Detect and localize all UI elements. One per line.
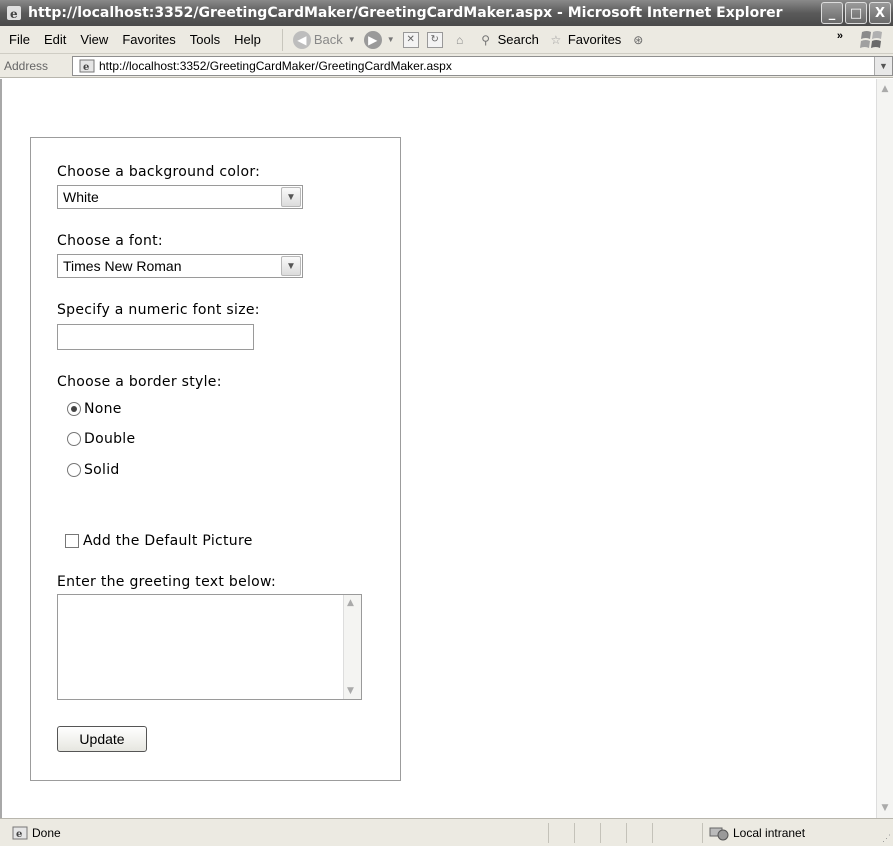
- ie-logo-icon: e: [7, 6, 21, 21]
- font-value: Times New Roman: [63, 258, 182, 274]
- menu-file[interactable]: File: [0, 32, 37, 47]
- status-divider: [574, 823, 575, 843]
- radio-selected-icon: [67, 402, 81, 416]
- svg-text:e: e: [16, 829, 22, 840]
- favorites-label: Favorites: [567, 32, 622, 47]
- resize-grip-icon[interactable]: ⋰: [882, 833, 891, 844]
- search-button[interactable]: ⚲ Search: [473, 31, 543, 49]
- chevron-down-icon: ▼: [281, 187, 301, 207]
- radio-icon: [67, 463, 81, 477]
- greeting-form-panel: Choose a background color: White ▼ Choos…: [30, 137, 401, 781]
- home-icon: ⌂: [456, 32, 464, 47]
- border-option-label: Double: [84, 431, 136, 447]
- border-radio-double[interactable]: Double: [67, 431, 135, 447]
- home-button[interactable]: ⌂: [447, 31, 473, 49]
- svg-text:e: e: [83, 62, 89, 73]
- border-style-label: Choose a border style:: [57, 374, 222, 390]
- forward-button[interactable]: ▶ ▼: [360, 30, 399, 49]
- scroll-down-icon[interactable]: ▼: [877, 800, 893, 816]
- radio-icon: [67, 432, 81, 446]
- menu-edit[interactable]: Edit: [37, 32, 73, 47]
- font-size-label: Specify a numeric font size:: [57, 302, 260, 318]
- favorites-button[interactable]: ☆ Favorites: [543, 31, 625, 49]
- page-done-icon: e: [12, 826, 28, 840]
- status-text: Done: [32, 825, 61, 840]
- back-dropdown-icon: ▼: [347, 35, 356, 44]
- search-icon: ⚲: [481, 32, 491, 47]
- font-label: Choose a font:: [57, 233, 163, 249]
- close-button[interactable]: X: [869, 2, 891, 24]
- back-button[interactable]: ◀ Back ▼: [289, 30, 360, 49]
- history-icon: ⊛: [633, 32, 644, 47]
- menu-tools[interactable]: Tools: [183, 32, 227, 47]
- address-bar: Address e http://localhost:3352/Greeting…: [0, 54, 893, 78]
- checkbox-icon: [65, 534, 79, 548]
- toolbar-overflow-chevron[interactable]: »: [837, 30, 843, 42]
- greeting-text-label: Enter the greeting text below:: [57, 574, 277, 590]
- stop-button[interactable]: ✕: [399, 31, 423, 48]
- intranet-icon: [709, 827, 729, 841]
- font-select[interactable]: Times New Roman ▼: [57, 254, 303, 278]
- scroll-up-icon[interactable]: ▲: [877, 81, 893, 97]
- address-input[interactable]: e http://localhost:3352/GreetingCardMake…: [72, 56, 893, 76]
- font-size-input[interactable]: [57, 324, 254, 350]
- greeting-textarea[interactable]: ▲ ▼: [57, 594, 362, 700]
- menu-bar: File Edit View Favorites Tools Help ◀ Ba…: [0, 26, 893, 54]
- address-dropdown-icon[interactable]: ▼: [874, 57, 892, 75]
- search-label: Search: [497, 32, 539, 47]
- textarea-scrollbar[interactable]: ▲ ▼: [343, 595, 361, 699]
- page-scrollbar[interactable]: ▲ ▼: [876, 79, 893, 818]
- background-color-value: White: [63, 189, 99, 205]
- status-bar: e Done Local intranet ⋰: [0, 818, 893, 846]
- border-radio-none[interactable]: None: [67, 401, 122, 417]
- back-label: Back: [313, 32, 343, 47]
- forward-arrow-icon: ▶: [363, 30, 382, 49]
- security-zone-label: Local intranet: [733, 826, 806, 840]
- background-color-label: Choose a background color:: [57, 164, 261, 180]
- back-arrow-icon: ◀: [292, 30, 311, 49]
- address-label: Address: [4, 58, 49, 73]
- refresh-button[interactable]: ↻: [423, 31, 447, 48]
- default-picture-label: Add the Default Picture: [83, 533, 253, 549]
- scroll-up-icon[interactable]: ▲: [347, 598, 354, 608]
- window-title: http://localhost:3352/GreetingCardMaker/…: [28, 5, 783, 21]
- forward-dropdown-icon: ▼: [386, 35, 395, 44]
- windows-flag-icon: [860, 31, 882, 48]
- status-divider: [600, 823, 601, 843]
- scroll-down-icon[interactable]: ▼: [347, 686, 354, 696]
- status-divider: [652, 823, 653, 843]
- status-divider: [548, 823, 549, 843]
- history-button[interactable]: ⊛: [625, 31, 651, 49]
- star-icon: ☆: [550, 32, 562, 47]
- border-option-label: Solid: [84, 462, 120, 478]
- page-content: Choose a background color: White ▼ Choos…: [0, 79, 893, 818]
- toolbar-divider: [281, 28, 283, 51]
- menu-view[interactable]: View: [73, 32, 115, 47]
- default-picture-checkbox[interactable]: Add the Default Picture: [65, 533, 253, 549]
- svg-text:e: e: [10, 7, 18, 21]
- minimize-button[interactable]: _: [821, 2, 843, 24]
- chevron-down-icon: ▼: [281, 256, 301, 276]
- border-radio-solid[interactable]: Solid: [67, 462, 120, 478]
- menu-help[interactable]: Help: [227, 32, 268, 47]
- background-color-select[interactable]: White ▼: [57, 185, 303, 209]
- border-option-label: None: [84, 401, 122, 417]
- update-button[interactable]: Update: [57, 726, 147, 752]
- maximize-button[interactable]: □: [845, 2, 867, 24]
- title-bar: e http://localhost:3352/GreetingCardMake…: [0, 0, 893, 26]
- menu-favorites[interactable]: Favorites: [115, 32, 182, 47]
- refresh-icon: ↻: [426, 31, 443, 48]
- security-zone: Local intranet: [708, 825, 805, 841]
- page-icon: e: [79, 59, 95, 73]
- stop-icon: ✕: [402, 31, 419, 48]
- status-divider: [626, 823, 627, 843]
- address-url: http://localhost:3352/GreetingCardMaker/…: [99, 59, 452, 73]
- status-divider: [702, 823, 703, 843]
